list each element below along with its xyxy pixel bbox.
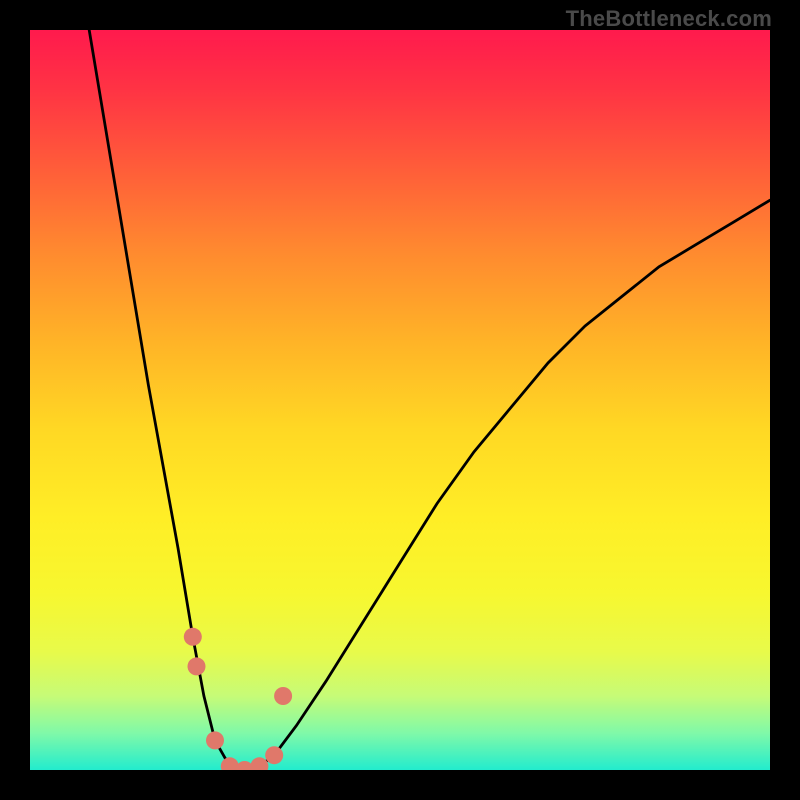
watermark-text: TheBottleneck.com <box>566 6 772 32</box>
highlight-dot <box>274 687 292 705</box>
plot-area <box>30 30 770 770</box>
highlight-dots <box>184 628 292 770</box>
highlight-dot <box>206 731 224 749</box>
highlight-dot <box>265 746 283 764</box>
highlight-dot <box>188 657 206 675</box>
highlight-dot <box>184 628 202 646</box>
bottleneck-curve <box>89 30 770 770</box>
chart-frame: TheBottleneck.com <box>0 0 800 800</box>
curve-svg <box>30 30 770 770</box>
highlight-dot <box>250 757 268 770</box>
